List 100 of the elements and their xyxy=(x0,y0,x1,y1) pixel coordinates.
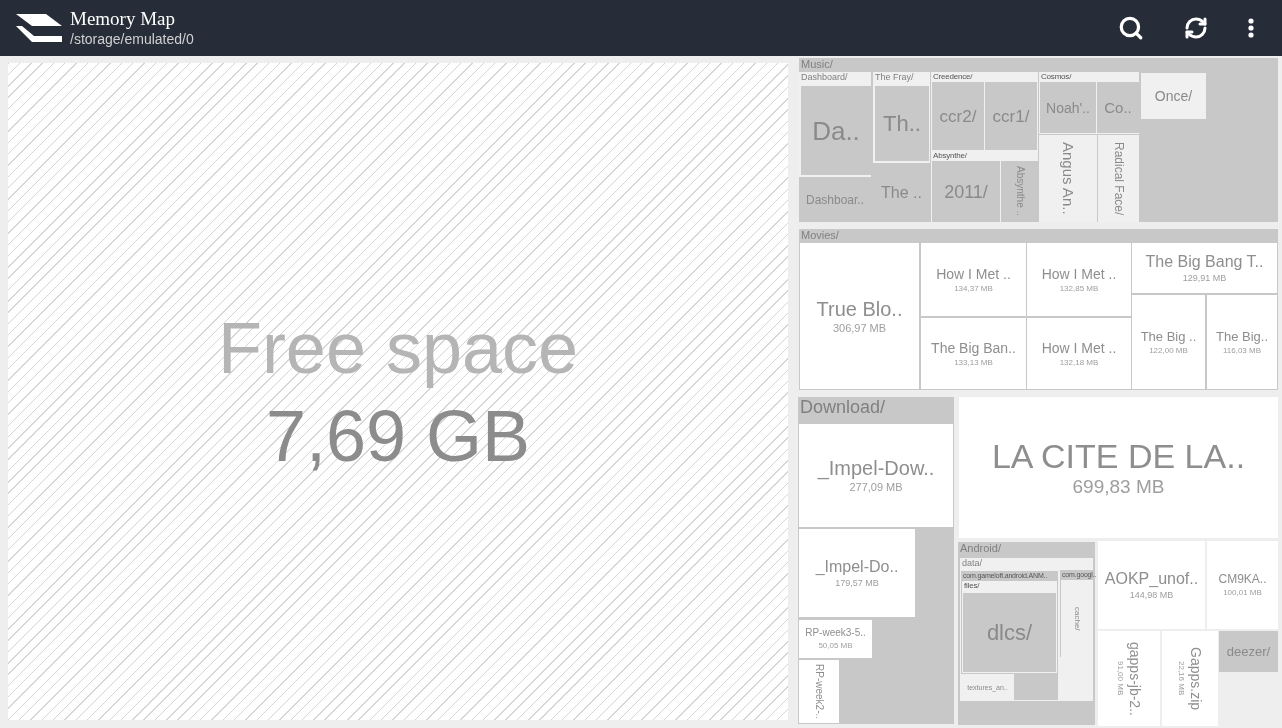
file-size: 132,18 MB xyxy=(1059,358,1099,367)
file-tile[interactable]: RP-week3-5.. 50,05 MB xyxy=(799,620,872,658)
folder-tile[interactable]: The .. xyxy=(873,163,930,222)
folder-name: Dashboar.. xyxy=(805,193,864,206)
file-size: 133,13 MB xyxy=(954,358,993,367)
file-name: Gapps.zip xyxy=(1189,646,1203,710)
file-name: LA CITE DE LA.. xyxy=(991,439,1246,473)
folder-tile[interactable]: Da.. xyxy=(801,86,871,175)
folder-tile[interactable]: The Fray/ Th.. The .. xyxy=(873,72,930,222)
folder-tile[interactable]: deezer/ xyxy=(1219,631,1278,672)
layers-logo-icon xyxy=(16,12,62,44)
file-tile[interactable]: The Big .. 122,00 MB xyxy=(1132,295,1205,389)
free-space-size: 7,69 GB xyxy=(265,399,531,472)
file-name: How I Met .. xyxy=(1041,266,1117,281)
folder-label: The Fray/ xyxy=(874,72,914,82)
file-tile[interactable]: The Big Ban.. 133,13 MB xyxy=(921,318,1026,389)
file-name: How I Met .. xyxy=(936,266,1011,281)
file-size: 129,91 MB xyxy=(1182,273,1227,283)
file-name: The Big.. xyxy=(1216,329,1268,343)
file-name: _Impel-Dow.. xyxy=(817,458,935,478)
file-name: The Big Bang T.. xyxy=(1145,253,1264,270)
folder-tile[interactable]: dlcs/ xyxy=(963,593,1056,672)
file-tile[interactable]: _Impel-Dow.. 277,09 MB xyxy=(799,424,953,527)
folder-tile[interactable]: Dashboard/ Da.. Dashboar.. xyxy=(799,72,871,222)
folder-tile[interactable]: ccr1/ xyxy=(985,82,1037,150)
folder-tile[interactable]: Movies/ True Blo.. 306,97 MB How I Met .. 134,37 MB The Big Ban.. 133,13 MB How I Met .. 132,85 MB How I Met .. 132,18 MB The Big Bang T.. 129,91 MB The Big .. 122,00 MB The Big.. 116,03 MB xyxy=(799,229,1278,390)
folder-name: cache/ xyxy=(1073,606,1081,631)
folder-tile[interactable]: cache/ xyxy=(1061,580,1093,657)
folder-label: Android/ xyxy=(959,542,1001,554)
file-size: 100,01 MB xyxy=(1223,589,1262,597)
file-tile[interactable]: gapps-jb-2.. 91,00 MB xyxy=(1098,631,1160,726)
folder-name: The .. xyxy=(881,184,922,201)
more-vertical-icon xyxy=(1248,18,1254,38)
folder-name: dlcs/ xyxy=(986,621,1033,644)
folder-tile[interactable]: files/ dlcs/ xyxy=(962,581,1057,673)
folder-tile[interactable]: Once/ xyxy=(1141,73,1206,119)
file-tile[interactable]: How I Met .. 134,37 MB xyxy=(921,243,1026,316)
folder-tile[interactable]: Angus An.. xyxy=(1039,135,1097,222)
file-name: _Impel-Do.. xyxy=(815,558,899,575)
file-size: 277,09 MB xyxy=(849,482,903,493)
file-tile[interactable]: How I Met .. 132,18 MB xyxy=(1027,318,1131,389)
file-name: The Big .. xyxy=(1140,329,1197,343)
folder-name: Once/ xyxy=(1154,89,1193,103)
folder-tile[interactable]: Download/ _Impel-Dow.. 277,09 MB _Impel-Do.. 179,57 MB RP-week3-5.. 50,05 MB RP-week2-.. xyxy=(798,397,954,724)
folder-name: ccr1/ xyxy=(992,107,1030,125)
folder-label: Creedence/ xyxy=(932,72,973,81)
folder-label: Dashboard/ xyxy=(800,72,848,82)
folder-name: 2011/ xyxy=(944,182,988,201)
folder-tile[interactable]: Absynthe .. xyxy=(1001,161,1038,222)
folder-tile[interactable]: Music/ Dashboard/ Da.. Dashboar.. The Fray/ Th.. The .. Creedence/ ccr2/ ccr1/ Absynthe/ 2011/ Absynthe .. Cosmos/ Noah'.. Co.. Angus An.. Radical Face/ Once/ xyxy=(799,58,1278,222)
folder-tile[interactable]: ccr2/ xyxy=(932,82,984,150)
file-tile[interactable]: CM9KA.. 100,01 MB xyxy=(1207,541,1278,629)
file-size: 91,00 MB xyxy=(1116,661,1124,696)
folder-name: deezer/ xyxy=(1226,645,1271,658)
folder-label: files/ xyxy=(963,581,980,590)
current-path: /storage/emulated/0 xyxy=(70,31,194,49)
file-name: AOKP_unof.. xyxy=(1104,570,1199,587)
file-name: How I Met .. xyxy=(1041,340,1117,355)
file-tile[interactable]: True Blo.. 306,97 MB xyxy=(800,243,919,389)
folder-label: Absynthe/ xyxy=(932,151,967,160)
file-tile[interactable]: _Impel-Do.. 179,57 MB xyxy=(799,529,915,617)
folder-tile[interactable]: Co.. xyxy=(1097,82,1139,133)
folder-label: Music/ xyxy=(800,58,833,70)
file-size: 144,98 MB xyxy=(1129,590,1174,600)
folder-name: Radical Face/ xyxy=(1112,141,1125,216)
file-size: 306,97 MB xyxy=(832,322,887,334)
file-size: 179,57 MB xyxy=(835,578,879,588)
app-title: Memory Map xyxy=(70,7,176,32)
file-tile[interactable]: AOKP_unof.. 144,98 MB xyxy=(1098,541,1205,629)
folder-tile[interactable]: Cosmos/ Noah'.. Co.. xyxy=(1039,72,1139,134)
file-tile[interactable]: LA CITE DE LA.. 699,83 MB xyxy=(959,397,1278,538)
folder-tile[interactable]: 2011/ xyxy=(932,161,1000,222)
folder-label: Download/ xyxy=(799,397,886,416)
file-size: 699,83 MB xyxy=(1072,477,1165,496)
refresh-icon xyxy=(1184,16,1208,40)
folder-label: Movies/ xyxy=(800,229,839,241)
file-tile[interactable]: Gapps.zip 22,16 MB xyxy=(1162,631,1218,726)
file-size: 134,37 MB xyxy=(954,284,993,293)
file-name: RP-week3-5.. xyxy=(805,628,866,638)
file-tile[interactable]: RP-week2-.. xyxy=(799,660,839,723)
folder-name: Angus An.. xyxy=(1060,142,1076,215)
folder-name: Noah'.. xyxy=(1046,100,1090,115)
file-size: 122,00 MB xyxy=(1149,346,1188,355)
file-name: RP-week2-.. xyxy=(814,664,824,719)
file-tile[interactable]: The Big.. 116,03 MB xyxy=(1207,295,1277,389)
folder-tile[interactable]: Radical Face/ xyxy=(1098,135,1139,222)
folder-tile[interactable]: Creedence/ ccr2/ ccr1/ xyxy=(931,72,1038,152)
folder-tile[interactable]: Dashboar.. xyxy=(799,177,871,222)
file-tile[interactable]: The Big Bang T.. 129,91 MB xyxy=(1132,243,1277,293)
file-size: 116,03 MB xyxy=(1222,346,1262,355)
file-name: CM9KA.. xyxy=(1218,573,1267,585)
folder-name: Da.. xyxy=(812,117,860,144)
folder-tile[interactable]: Th.. xyxy=(875,86,929,161)
folder-name: Th.. xyxy=(883,112,921,135)
folder-tile[interactable]: Noah'.. xyxy=(1040,82,1096,133)
file-tile[interactable]: How I Met .. 132,85 MB xyxy=(1027,243,1131,316)
folder-tile[interactable]: Absynthe/ 2011/ Absynthe .. xyxy=(931,151,1038,222)
file-name: The Big Ban.. xyxy=(931,340,1016,355)
folder-name: Absynthe .. xyxy=(1014,166,1025,217)
file-size: 22,16 MB xyxy=(1177,661,1185,696)
